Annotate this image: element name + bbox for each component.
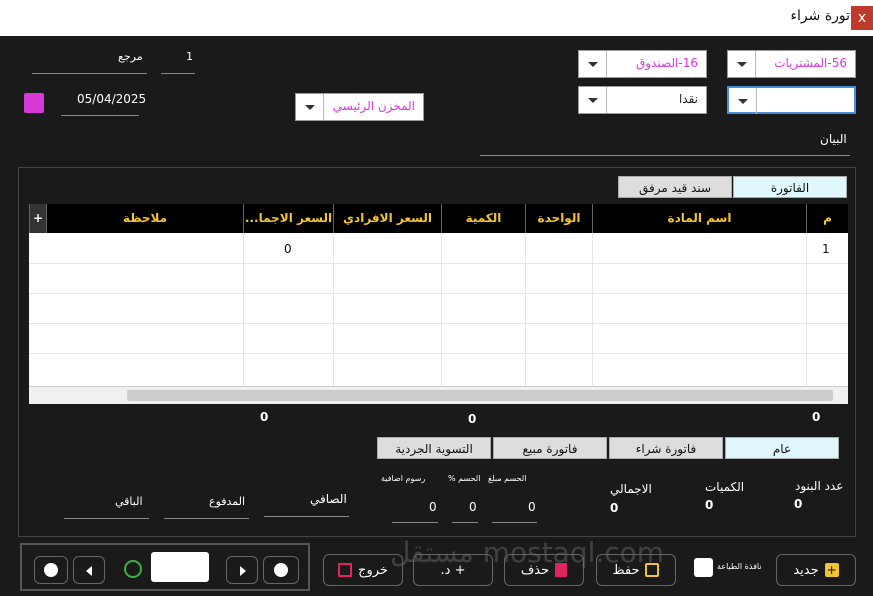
row-divider <box>29 353 848 354</box>
calendar-icon[interactable] <box>24 93 44 113</box>
add-column-button[interactable]: + <box>29 204 46 233</box>
store-value: المخزن الرئيسي <box>332 99 415 113</box>
col-unit-price: السعر الافرادي <box>333 204 441 233</box>
print-window-label: نافذة الطباعة <box>717 562 762 571</box>
search-icon[interactable] <box>124 560 142 578</box>
watermark: مستقل mostaql.com <box>390 536 665 569</box>
plus-icon: + <box>824 563 839 577</box>
col-divider <box>806 233 807 386</box>
exit-button-label: خروج <box>358 562 388 578</box>
total-qty: 0 <box>468 412 477 426</box>
next-record-button[interactable] <box>226 556 258 584</box>
tab-journal[interactable]: سند قيد مرفق <box>618 176 732 198</box>
tab-inventory[interactable]: التسوية الجردية <box>377 437 491 459</box>
paid-field[interactable] <box>164 518 249 519</box>
col-index: م <box>806 204 848 233</box>
col-note: ملاحظة <box>46 204 243 233</box>
discount-pct-label: الحسم % <box>448 474 481 483</box>
fees-label: رسوم اضافية <box>381 474 426 483</box>
paid-label: المدفوع <box>209 495 246 508</box>
ref-value[interactable]: 1 <box>186 50 193 63</box>
ref-underline <box>32 73 147 74</box>
col-total-price: السعر الاجما... <box>243 204 333 233</box>
qty-label: الكميات <box>705 480 745 494</box>
fees-value[interactable]: 0 <box>429 500 437 514</box>
search-select[interactable] <box>727 86 856 114</box>
cashbox-value: 16-الصندوق <box>635 56 698 70</box>
net-label: الصافي <box>310 492 347 506</box>
col-divider <box>525 233 526 386</box>
record-search-input[interactable] <box>151 552 209 582</box>
col-qty: الكمية <box>441 204 525 233</box>
row-divider <box>29 323 848 324</box>
rest-label: الباقي <box>115 495 143 508</box>
chevron-down-icon <box>296 94 324 120</box>
payment-select[interactable]: نقدا <box>578 86 707 114</box>
store-select[interactable]: المخزن الرئيسي <box>295 93 424 121</box>
horizontal-scrollbar[interactable] <box>29 386 848 404</box>
row-divider <box>29 293 848 294</box>
triangle-right-icon <box>240 566 246 576</box>
col-divider <box>592 233 593 386</box>
exit-icon <box>338 563 353 577</box>
chevron-down-icon <box>579 87 607 113</box>
tab-purchase[interactable]: فاتورة شراء <box>609 437 723 459</box>
net-field[interactable] <box>264 516 349 517</box>
grand-total-value: 0 <box>610 501 619 515</box>
scrollbar-thumb[interactable] <box>127 390 833 401</box>
tab-general[interactable]: عام <box>725 437 839 459</box>
rest-field[interactable] <box>64 518 149 519</box>
statement-label: البيان <box>820 132 847 146</box>
qty-value: 0 <box>705 498 714 512</box>
ref-label: مرجع <box>118 50 143 63</box>
last-record-button[interactable] <box>263 556 299 584</box>
discount-amount-label: الحسم مبلغ <box>488 474 527 483</box>
chevron-down-icon <box>729 88 757 114</box>
row-total[interactable]: 0 <box>284 242 292 256</box>
col-divider <box>243 233 244 386</box>
close-button[interactable]: x <box>851 6 873 30</box>
total-first: 0 <box>812 410 821 424</box>
row-index: 1 <box>822 242 830 256</box>
cashbox-select[interactable]: 16-الصندوق <box>578 50 707 78</box>
col-divider <box>441 233 442 386</box>
title-bar <box>0 0 873 36</box>
ref-value-underline <box>161 73 195 74</box>
first-icon <box>44 563 58 577</box>
account-select[interactable]: 56-المشتريات <box>727 50 856 78</box>
payment-value: نقدا <box>678 92 698 106</box>
fees-underline <box>392 522 438 523</box>
discount-amount-value[interactable]: 0 <box>528 500 536 514</box>
chevron-down-icon <box>728 51 756 77</box>
new-button[interactable]: + جديد <box>776 554 856 586</box>
tab-invoice[interactable]: الفاتورة <box>733 176 847 198</box>
triangle-left-icon <box>86 566 92 576</box>
discount-pct-underline <box>452 522 478 523</box>
items-grid: + ملاحظة السعر الاجما... السعر الافرادي … <box>29 204 848 404</box>
discount-amount-underline <box>492 522 537 523</box>
new-button-label: جديد <box>793 562 819 578</box>
print-window-checkbox[interactable] <box>694 558 713 577</box>
col-unit: الواحدة <box>525 204 592 233</box>
grand-total-label: الاجمالي <box>610 482 652 496</box>
date-field[interactable]: 05/04/2025 <box>77 92 146 106</box>
items-count-value: 0 <box>794 497 803 511</box>
col-divider <box>333 233 334 386</box>
statement-field[interactable] <box>480 155 850 156</box>
prev-record-button[interactable] <box>73 556 105 584</box>
discount-pct-value[interactable]: 0 <box>469 500 477 514</box>
tab-sale[interactable]: فاتورة مبيع <box>493 437 607 459</box>
last-icon <box>274 563 288 577</box>
total-amount: 0 <box>260 410 269 424</box>
date-underline <box>61 115 139 116</box>
account-value: 56-المشتريات <box>774 56 847 70</box>
row-divider <box>29 263 848 264</box>
first-record-button[interactable] <box>34 556 68 584</box>
col-item-name: اسم المادة <box>592 204 806 233</box>
chevron-down-icon <box>579 51 607 77</box>
items-count-label: عدد البنود <box>795 479 844 493</box>
